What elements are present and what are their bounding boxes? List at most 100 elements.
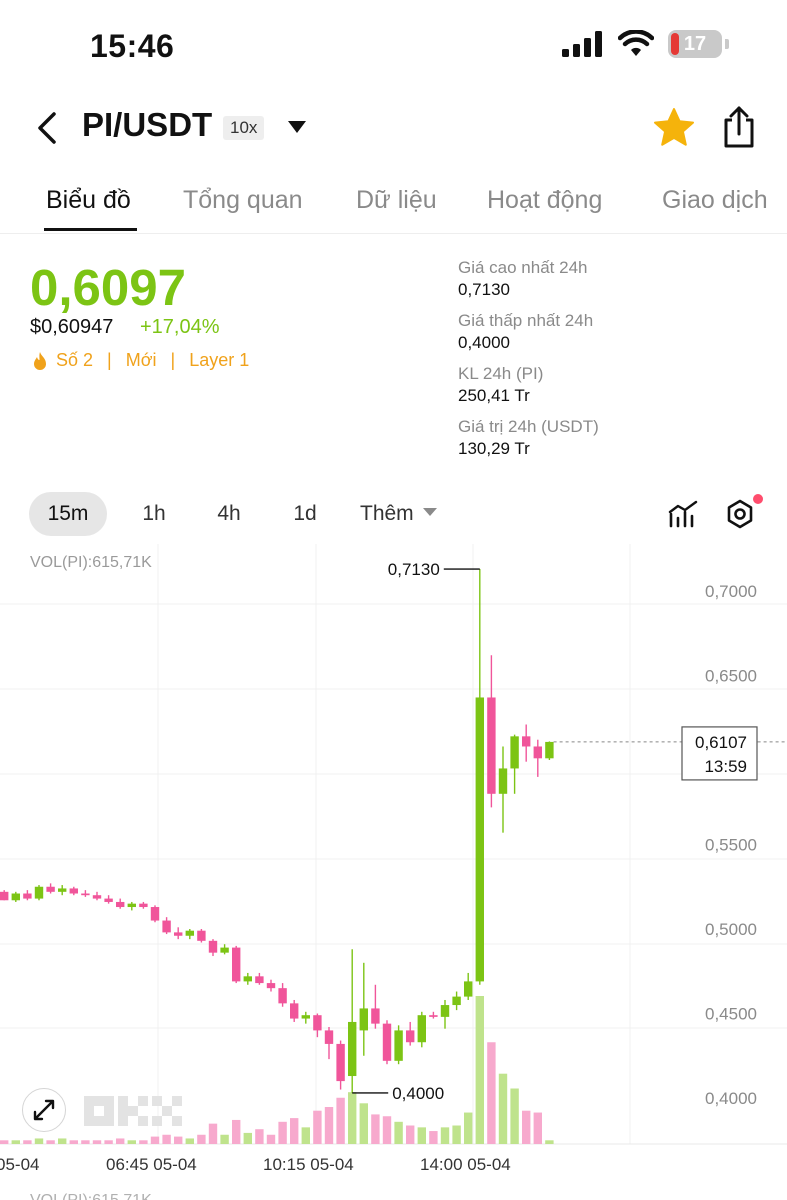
candle-body [359,1008,368,1031]
volume-bar [58,1138,67,1144]
volume-bar [510,1088,519,1144]
volume-bar [255,1129,264,1144]
status-icons: 17 [562,30,729,58]
volume-bar [174,1136,183,1144]
candle-body [498,768,508,794]
candle-body [81,893,90,896]
status-bar: 15:46 17 [0,0,787,92]
stat-label-low: Giá thấp nhất 24h [458,311,594,330]
volume-bar [522,1110,531,1144]
stat-value-high: 0,7130 [458,280,510,299]
candle-body [429,1015,438,1017]
stat-label-turnover: Giá trị 24h (USDT) [458,417,599,436]
x-tick-label: 06:45 05-04 [106,1155,197,1174]
tag-separator: | [170,350,176,370]
volume-bar [278,1121,287,1144]
volume-bar [208,1123,218,1144]
battery-level [671,33,679,55]
tag-rank[interactable]: Số 2 [56,350,93,371]
notification-dot [753,494,763,504]
candle-body [510,736,519,769]
volume-bar [243,1132,252,1144]
candle-body [150,907,160,921]
volume-bar [34,1138,44,1144]
star-icon[interactable] [652,106,696,150]
interval-4h[interactable]: 4h [201,492,257,536]
candle-body [371,1008,380,1024]
dropdown-caret-icon[interactable] [286,120,308,134]
tab-activity[interactable]: Hoạt động [487,186,602,215]
tab-data[interactable]: Dữ liệu [356,186,437,215]
settings-icon[interactable] [724,498,756,530]
price-usd: $0,60947 [30,316,114,338]
volume-bar [185,1138,194,1144]
volume-bar [406,1125,415,1144]
volume-bar [150,1136,160,1144]
candle-body [197,930,206,941]
candle-body [11,893,20,901]
interval-1d[interactable]: 1d [277,492,333,536]
tag-new[interactable]: Mới [126,350,157,371]
countdown-label: 13:59 [704,757,747,776]
volume-bar [371,1114,380,1144]
candlestick-chart[interactable]: 0,7000 0,6500 0,5500 0,5000 0,4500 0,4000 05-0… [0,544,787,1200]
stat-value-turnover: 130,29 Tr [458,439,530,458]
last-price: 0,6097 [30,259,186,316]
volume-bar [92,1140,102,1144]
candle-body [104,898,113,902]
expand-button[interactable] [22,1088,66,1132]
candle-body [440,1005,450,1017]
price-change: +17,04% [140,316,220,338]
token-tags: Số 2 | Mới | Layer 1 [32,350,249,371]
candle-body [232,947,241,982]
volume-bar [197,1134,206,1144]
expand-icon [33,1099,55,1121]
volume-bar [81,1140,90,1144]
volume-bar [266,1134,276,1144]
back-arrow-icon[interactable] [30,108,66,148]
volume-bar [301,1127,310,1144]
candle-body [266,983,276,989]
share-icon[interactable] [718,104,760,152]
y-tick-label: 0,5000 [705,920,757,939]
candle-body [487,697,496,794]
battery-tip [725,39,729,49]
tag-layer[interactable]: Layer 1 [189,350,249,371]
volume-bar [313,1110,322,1144]
volume-bar [69,1140,78,1144]
tab-chart[interactable]: Biểu đồ [46,186,131,215]
indicator-icon[interactable] [668,500,698,528]
volume-label: VOL(PI):615,71K [30,554,152,571]
caret-down-icon [422,508,437,517]
volume-bar [336,1097,345,1144]
candle-body [313,1015,322,1031]
candle-body [336,1043,345,1082]
interval-15m[interactable]: 15m [29,492,107,536]
y-tick-label: 0,4500 [705,1005,757,1024]
candle-body [46,886,55,892]
y-tick-label: 0,7000 [705,582,757,601]
interval-bar: 15m 1h 4h 1d Thêm [0,492,787,542]
tab-overview[interactable]: Tổng quan [183,186,303,215]
stat-label-volume: KL 24h (PI) [458,364,544,383]
volume-bar [487,1042,496,1144]
okx-watermark-logo [84,1096,182,1126]
volume-bar [464,1112,473,1144]
tab-trade[interactable]: Giao dịch [662,186,768,215]
candle-body [185,930,194,936]
battery-text: 17 [683,32,707,55]
pair-title[interactable]: PI/USDT [82,106,212,144]
leverage-badge: 10x [223,116,265,140]
interval-more[interactable]: Thêm [360,492,460,536]
candle-body [382,1023,392,1061]
volume-bar [533,1112,542,1144]
header: PI/USDT 10x [0,92,787,164]
volume-bar [394,1121,403,1144]
wifi-icon [618,30,654,56]
interval-1h[interactable]: 1h [126,492,182,536]
y-tick-label: 0,4000 [705,1089,757,1108]
candle-body [174,932,183,936]
volume-bar [127,1140,136,1144]
candle-body [127,903,136,908]
volume-bar [162,1134,171,1144]
